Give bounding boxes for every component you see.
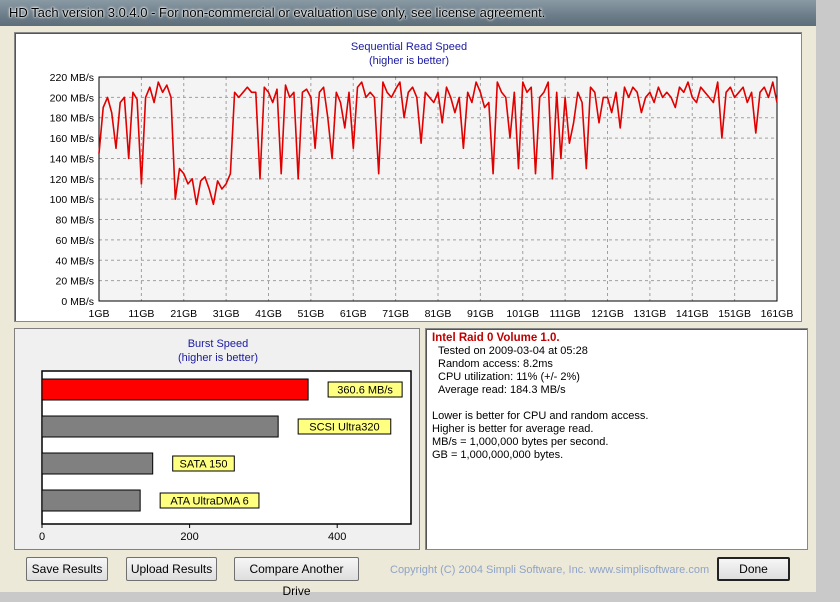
y-tick-label: 140 MB/s — [50, 153, 94, 165]
y-tick-label: 80 MB/s — [55, 215, 94, 227]
y-tick-label: 60 MB/s — [55, 235, 94, 247]
x-tick-label: 151GB — [718, 308, 751, 320]
average-read: Average read: 184.3 MB/s — [438, 384, 566, 396]
y-tick-label: 40 MB/s — [55, 255, 94, 267]
x-tick-label: 31GB — [213, 308, 240, 320]
burst-speed-chart: 360.6 MB/s SCSI Ultra320 SATA 150 ATA Ultra… — [39, 370, 412, 543]
burst-x-tick-label: 400 — [328, 531, 346, 543]
x-tick-label: 81GB — [425, 308, 452, 320]
compare-another-drive-button[interactable]: Compare Another Drive — [234, 557, 359, 598]
x-tick-label: 161GB — [761, 308, 794, 320]
done-button[interactable]: Done — [717, 557, 790, 581]
copyright-text: Copyright (C) 2004 Simpli Software, Inc.… — [390, 564, 710, 576]
random-access: Random access: 8.2ms — [438, 358, 553, 370]
burst-bar-label: ATA UltraDMA 6 — [170, 496, 248, 508]
tested-on: Tested on 2009-03-04 at 05:28 — [438, 345, 588, 357]
burst-bar — [41, 415, 279, 438]
app-window: HD Tach version 3.0.4.0 - For non-commer… — [0, 0, 816, 598]
sequential-read-chart: 0 MB/s 20 MB/s 40 MB/s 60 MB/s 80 MB/s 100 MB… — [50, 72, 794, 320]
title-bar[interactable]: HD Tach version 3.0.4.0 - For non-commer… — [0, 0, 816, 26]
drive-name: Intel Raid 0 Volume 1.0. — [432, 332, 560, 344]
sequential-chart-frame: Sequential Read Speed (higher is better)… — [14, 32, 802, 322]
y-tick-label: 220 MB/s — [50, 72, 94, 84]
x-tick-label: 11GB — [128, 308, 154, 320]
burst-chart-panel: Burst Speed (higher is better) 360.6 MB/… — [14, 328, 420, 550]
burst-bar-label: SATA 150 — [180, 459, 228, 471]
x-tick-label: 1GB — [88, 308, 109, 320]
x-tick-label: 141GB — [676, 308, 709, 320]
y-tick-label: 180 MB/s — [50, 113, 94, 125]
x-tick-label: 131GB — [634, 308, 667, 320]
burst-bar — [41, 489, 141, 512]
burst-bar-label: 360.6 MB/s — [337, 385, 393, 397]
x-tick-label: 61GB — [340, 308, 367, 320]
y-tick-label: 100 MB/s — [50, 194, 94, 206]
x-tick-label: 121GB — [591, 308, 624, 320]
x-tick-label: 91GB — [467, 308, 494, 320]
note-average: Higher is better for average read. — [432, 423, 594, 435]
x-tick-label: 41GB — [255, 308, 282, 320]
burst-x-tick-label: 200 — [180, 531, 198, 543]
x-tick-label: 71GB — [382, 308, 409, 320]
x-tick-label: 51GB — [297, 308, 324, 320]
plot-area — [99, 77, 777, 301]
burst-bar — [41, 452, 154, 475]
note-cpu: Lower is better for CPU and random acces… — [432, 410, 649, 422]
upload-results-button[interactable]: Upload Results — [126, 557, 217, 581]
burst-bar — [41, 378, 309, 401]
cpu-utilization: CPU utilization: 11% (+/- 2%) — [438, 371, 580, 383]
y-tick-label: 160 MB/s — [50, 133, 94, 145]
note-mbs: MB/s = 1,000,000 bytes per second. — [432, 436, 609, 448]
y-tick-label: 0 MB/s — [61, 296, 94, 308]
y-tick-label: 20 MB/s — [55, 276, 94, 288]
burst-x-tick-label: 0 — [39, 531, 45, 543]
note-gb: GB = 1,000,000,000 bytes. — [432, 449, 564, 461]
y-tick-label: 120 MB/s — [50, 174, 94, 186]
window-title: HD Tach version 3.0.4.0 - For non-commer… — [9, 5, 546, 20]
save-results-button[interactable]: Save Results — [26, 557, 108, 581]
burst-bar-label: SCSI Ultra320 — [309, 422, 379, 434]
x-tick-label: 111GB — [550, 308, 581, 320]
results-info-panel: Intel Raid 0 Volume 1.0. Tested on 2009-… — [425, 328, 808, 550]
x-tick-label: 101GB — [506, 308, 539, 320]
x-tick-label: 21GB — [170, 308, 197, 320]
client-area: Sequential Read Speed (higher is better)… — [8, 26, 808, 598]
y-tick-label: 200 MB/s — [50, 92, 94, 104]
